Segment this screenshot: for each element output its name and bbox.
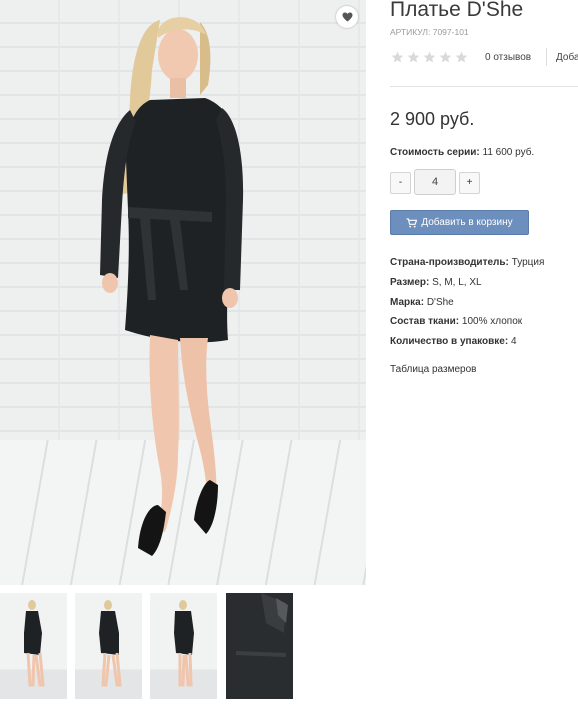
cart-icon [406,217,418,228]
star-icon [455,51,468,63]
rating-stars[interactable] [391,51,468,63]
spec-pack-quantity: Количество в упаковке: 4 [390,336,517,347]
star-icon [391,51,404,63]
quantity-decrease-button[interactable]: - [390,172,411,194]
reviews-link[interactable]: 0 отзывов [485,52,531,63]
heart-icon [342,12,352,22]
favorite-button[interactable] [336,6,358,28]
spec-label: Количество в упаковке: [390,336,509,347]
star-icon [407,51,420,63]
spec-label: Марка: [390,297,425,308]
series-price-label: Стоимость серии: [390,147,480,158]
add-to-cart-button[interactable]: Добавить в корзину [390,210,529,235]
spec-country: Страна-производитель: Турция [390,257,544,268]
size-table-link[interactable]: Таблица размеров [390,364,476,375]
product-sku: АРТИКУЛ: 7097-101 [390,27,469,37]
spec-value: Турция [511,257,545,268]
spec-value: 100% хлопок [461,316,523,327]
spec-value: 4 [510,336,517,347]
model-figure [100,17,244,556]
divider [390,86,578,87]
divider [546,48,547,66]
quantity-increase-button[interactable]: + [459,172,480,194]
product-title: Платье D'She [390,0,524,21]
thumbnail-4[interactable] [226,593,293,699]
spec-label: Страна-производитель: [390,257,509,268]
spec-value: S, M, L, XL [432,277,482,288]
product-main-image[interactable] [0,0,366,585]
spec-label: Размер: [390,277,430,288]
thumbnail-2[interactable] [75,593,142,699]
spec-value: D'She [426,297,454,308]
add-review-link[interactable]: Доба [556,52,578,63]
series-price-value: 11 600 руб. [482,147,535,158]
series-price: Стоимость серии: 11 600 руб. [390,147,534,158]
thumbnail-3[interactable] [150,593,217,699]
spec-label: Состав ткани: [390,316,460,327]
spec-brand: Марка: D'She [390,297,454,308]
spec-size: Размер: S, M, L, XL [390,277,482,288]
product-price: 2 900 руб. [390,109,475,129]
add-to-cart-label: Добавить в корзину [421,217,513,228]
spec-fabric: Состав ткани: 100% хлопок [390,316,522,327]
star-icon [439,51,452,63]
thumbnail-1[interactable] [0,593,67,699]
quantity-input[interactable] [414,169,456,195]
star-icon [423,51,436,63]
